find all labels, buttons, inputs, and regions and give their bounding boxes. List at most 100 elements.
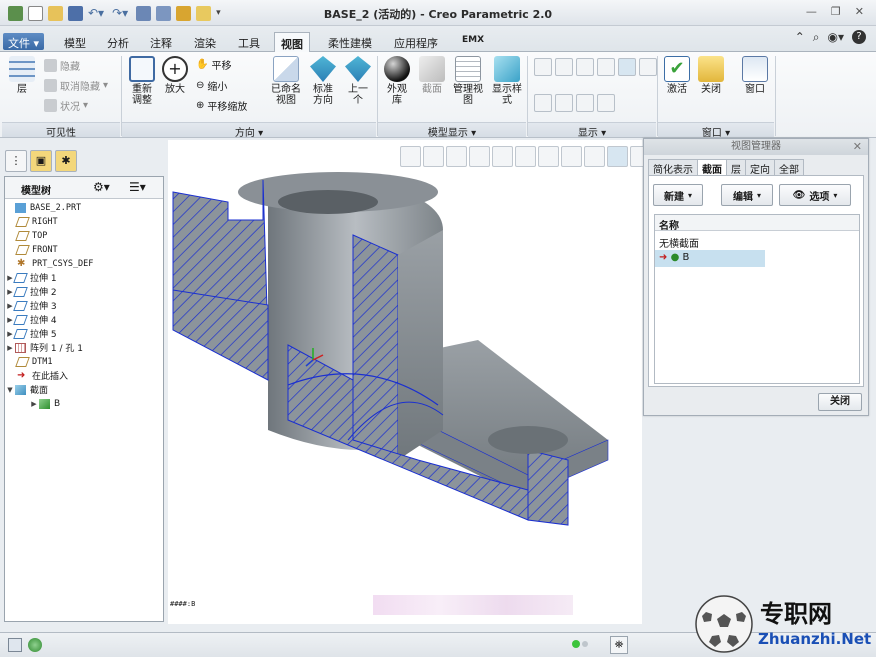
spin-center-icon[interactable] [584,146,605,167]
repaint-icon[interactable] [469,146,490,167]
status-button[interactable]: 状况 ▾ [44,98,88,113]
activate-button[interactable]: ✔ 激活 [662,56,692,95]
csys-display-icon[interactable] [597,58,615,76]
find-icon[interactable]: ⛯ [610,636,628,654]
help-icon[interactable]: ? [852,30,866,44]
edit-section-button[interactable]: 编辑 ▾ [721,184,773,206]
tab-file[interactable]: 文件 ▾ [3,33,45,50]
tree-item-front-plane[interactable]: FRONT [15,243,58,256]
tree-item-extrude-2[interactable]: ▶ 拉伸 2 [5,285,57,298]
csys-tag-display-icon[interactable] [597,94,615,112]
tree-item-extrude-4[interactable]: ▶ 拉伸 4 [5,313,57,326]
model-tree-header: 模型树 ⚙▾ ☰▾ [5,177,163,199]
options-button[interactable]: 👁 选项 ▾ [779,184,851,206]
tree-columns-icon[interactable]: ☰▾ [129,180,146,194]
standard-orientation-button[interactable]: 标准方向 [308,56,338,106]
layer-button[interactable]: 层 [6,56,38,95]
tree-item-extrude-3[interactable]: ▶ 拉伸 3 [5,299,57,312]
tab-layers[interactable]: 层 [726,159,746,176]
refit-icon[interactable] [400,146,421,167]
favorites-tab-icon[interactable]: ✱ [55,150,77,172]
spin-center-display-icon[interactable] [639,58,657,76]
close-icon[interactable]: ✕ [855,5,864,18]
plane-tag-display-icon[interactable] [534,94,552,112]
tab-applications[interactable]: 应用程序 [388,32,444,52]
browser-toggle-icon[interactable] [28,638,42,652]
tab-render[interactable]: 渲染 [188,32,222,52]
display-style-icon[interactable] [492,146,513,167]
manage-views-button[interactable]: 管理视图 [450,56,486,106]
tree-item-top-plane[interactable]: TOP [15,229,47,242]
tree-item-pattern[interactable]: ▶ 阵列 1 / 孔 1 [5,341,83,354]
hide-button[interactable]: 隐藏 [44,58,80,73]
community-icon[interactable]: ◉▾ [828,30,845,45]
view-name-label: ####:B [170,600,196,608]
tab-analysis[interactable]: 分析 [101,32,135,52]
tree-item-section-b[interactable]: ▶ B [29,397,60,410]
tab-annotate[interactable]: 注释 [144,32,178,52]
pan-button[interactable]: ✋ 平移 [196,57,231,72]
ribbon-right-controls: ⌃ ⌕ ◉▾ ? [795,30,866,45]
tree-item-csys[interactable]: ✱ PRT_CSYS_DEF [17,257,93,270]
section-button[interactable]: 截面 [418,56,446,95]
status-icon [44,99,57,112]
ribbon-panel: 层 隐藏 取消隐藏 ▾ 状况 ▾ 可见性 重新调整 + 放大 ✋ 平移 ⊖ 缩小 ⊕… [0,52,876,139]
collapse-ribbon-icon[interactable]: ⌃ [795,30,805,45]
minimize-icon[interactable]: — [806,5,817,18]
list-item-section-b[interactable]: ➜ ● B [655,250,765,267]
tab-orientation[interactable]: 定向 [745,159,775,176]
tab-view[interactable]: 视图 [274,32,310,52]
datum-axis-display-icon[interactable] [555,58,573,76]
axis-tag-display-icon[interactable] [555,94,573,112]
tab-emx[interactable]: EMX [456,32,490,52]
tab-model[interactable]: 模型 [58,32,92,52]
new-section-button[interactable]: 新建 ▾ [653,184,703,206]
maximize-icon[interactable]: ❐ [831,5,841,18]
zoom-in-button[interactable]: + 放大 [162,56,188,95]
navigator-toggle-icon[interactable] [8,638,22,652]
unhide-button[interactable]: 取消隐藏 ▾ [44,78,108,93]
appearance-gallery-button[interactable]: 外观库 [382,56,412,106]
annotation-display-icon[interactable] [618,58,636,76]
tab-all[interactable]: 全部 [774,159,804,176]
datum-point-display-icon[interactable] [576,58,594,76]
tree-item-extrude-5[interactable]: ▶ 拉伸 5 [5,327,57,340]
zoom-in-icon[interactable] [423,146,444,167]
tree-item-extrude-1[interactable]: ▶ 拉伸 1 [5,271,57,284]
close-dialog-button[interactable]: 关闭 [818,393,862,411]
tab-sections[interactable]: 截面 [697,159,727,176]
close-window-button[interactable]: 关闭 [697,56,725,95]
datum-plane-display-icon[interactable] [534,58,552,76]
view-manager-icon[interactable] [538,146,559,167]
windows-button[interactable]: 窗口 [740,56,770,95]
model-tree-tab-icon[interactable]: ⋮ [5,150,27,172]
pan-icon: ✋ [196,59,209,70]
named-views-button[interactable]: 已命名视图 [268,56,304,106]
point-tag-display-icon[interactable] [576,94,594,112]
tree-item-part[interactable]: BASE_2.PRT [5,201,81,214]
annotation-display-icon[interactable] [607,146,628,167]
tree-item-dtm1[interactable]: DTM1 [15,355,52,368]
zoom-out-icon[interactable] [446,146,467,167]
zoom-out-button[interactable]: ⊖ 缩小 [196,78,227,93]
saved-views-icon[interactable] [515,146,536,167]
list-item-no-section[interactable]: 无横截面 [655,233,703,250]
dialog-close-icon[interactable]: ✕ [853,139,862,155]
graphics-viewport[interactable]: ####:B [168,140,642,624]
tree-item-sections[interactable]: ▼ 截面 [5,383,48,396]
previous-view-button[interactable]: 上一个 [344,56,372,106]
tree-item-right-plane[interactable]: RIGHT [15,215,58,228]
datum-display-icon[interactable] [561,146,582,167]
regen-status-icon [572,640,580,648]
tab-tools[interactable]: 工具 [232,32,266,52]
folder-browser-tab-icon[interactable]: ▣ [30,150,52,172]
search-icon[interactable]: ⌕ [813,30,820,45]
refit-button[interactable]: 重新调整 [128,56,156,106]
tab-flexible-modeling[interactable]: 柔性建模 [322,32,378,52]
tab-simplified-rep[interactable]: 简化表示 [648,159,698,176]
pan-zoom-button[interactable]: ⊕ 平移缩放 [196,98,247,113]
window-controls: — ❐ ✕ [806,5,864,18]
display-style-button[interactable]: 显示样式 [490,56,524,106]
tree-item-insert-here[interactable]: ➜ 在此插入 [17,369,68,382]
tree-settings-icon[interactable]: ⚙▾ [93,180,110,194]
